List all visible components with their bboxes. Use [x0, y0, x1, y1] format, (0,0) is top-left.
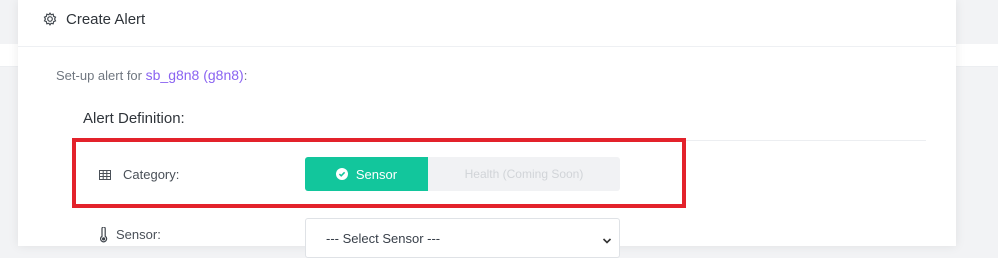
device-name: sb_g8n8 (g8n8)	[145, 67, 244, 83]
setup-prefix: Set-up alert for	[56, 68, 142, 83]
create-alert-modal: Create Alert Set-up alert for sb_g8n8 (g…	[18, 0, 956, 258]
sensor-select[interactable]: --- Select Sensor ---	[305, 218, 620, 258]
gear-icon	[43, 12, 57, 26]
category-highlight-box	[72, 138, 686, 208]
sensor-label: Sensor:	[116, 227, 161, 242]
alert-definition-title: Alert Definition:	[83, 110, 185, 127]
modal-header: Create Alert	[18, 0, 956, 47]
modal-title: Create Alert	[66, 11, 146, 28]
setup-alert-text: Set-up alert for sb_g8n8 (g8n8):	[56, 67, 247, 83]
chevron-down-icon	[602, 233, 612, 244]
sensor-select-value: --- Select Sensor ---	[326, 231, 441, 246]
setup-suffix: :	[243, 68, 248, 83]
thermometer-icon	[96, 226, 110, 243]
